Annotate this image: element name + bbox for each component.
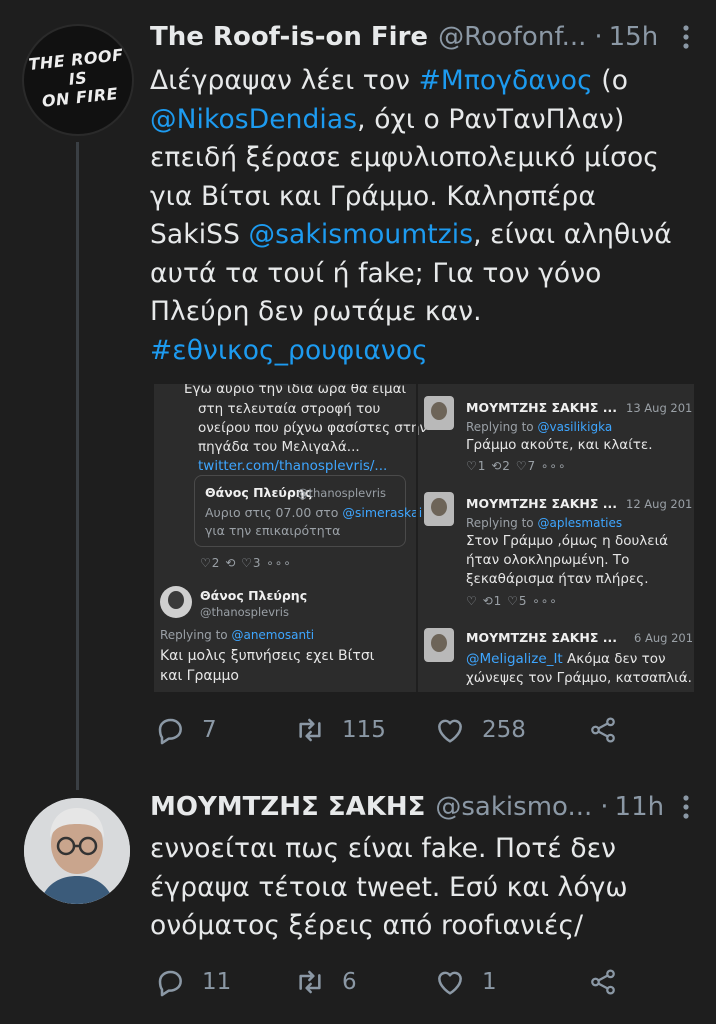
- timestamp[interactable]: 11h: [615, 792, 665, 822]
- tweet-actions: 11 6 1: [154, 966, 624, 998]
- user-handle[interactable]: @Roofonf...: [438, 22, 586, 52]
- share-button[interactable]: [588, 967, 618, 997]
- avatar-logo-text: THE ROOF IS ON FIRE: [27, 45, 125, 111]
- retweet-icon: [299, 970, 321, 994]
- like-button[interactable]: 258: [434, 714, 588, 746]
- like-count: 258: [482, 717, 526, 743]
- share-icon: [591, 717, 615, 743]
- heart-icon: [438, 971, 462, 995]
- reply-button[interactable]: 7: [154, 714, 294, 746]
- reply-count: 11: [202, 969, 232, 995]
- reply-button[interactable]: 11: [154, 966, 294, 998]
- avatar[interactable]: [24, 798, 130, 904]
- retweet-icon: [299, 718, 321, 742]
- tweet-header: ΜΟΥΜΤΖΗΣ ΣΑΚΗΣ @sakismo... · 11h: [150, 792, 690, 822]
- like-button[interactable]: 1: [434, 966, 588, 998]
- more-vertical-icon[interactable]: [682, 794, 690, 820]
- retweet-count: 6: [342, 969, 357, 995]
- display-name[interactable]: The Roof-is-on Fire: [150, 22, 428, 52]
- reply-count: 7: [202, 717, 217, 743]
- more-vertical-icon[interactable]: [682, 24, 690, 50]
- heart-icon: [438, 719, 462, 743]
- separator-dot: ·: [594, 22, 603, 52]
- reply-icon: [158, 718, 182, 745]
- share-button[interactable]: [588, 715, 618, 745]
- retweet-button[interactable]: 6: [294, 966, 434, 998]
- mention-link[interactable]: @sakismoumtzis: [249, 219, 474, 250]
- attached-screenshot-image[interactable]: Εγω αυριο την ιδια ωρα θα ειμαι στη τελε…: [154, 384, 694, 692]
- tweet-actions: 7 115 258: [154, 714, 624, 746]
- mention-link[interactable]: @NikosDendias: [150, 104, 357, 135]
- like-count: 1: [482, 969, 497, 995]
- hashtag-link[interactable]: #εθνικος_ρουφιανος: [150, 335, 428, 366]
- tweet-text: Διέγραψαν λέει τον #Μπογδανος (ο @NikosD…: [150, 65, 672, 366]
- timestamp[interactable]: 15h: [609, 22, 659, 52]
- user-handle[interactable]: @sakismo...: [435, 792, 592, 822]
- avatar: [424, 492, 454, 526]
- hashtag-link[interactable]: #Μπογδανος: [419, 65, 593, 96]
- column-divider: [416, 384, 418, 692]
- display-name[interactable]: ΜΟΥΜΤΖΗΣ ΣΑΚΗΣ: [150, 792, 425, 822]
- retweet-count: 115: [342, 717, 386, 743]
- separator-dot: ·: [600, 792, 609, 822]
- reply-icon: [158, 970, 182, 997]
- avatar: [160, 586, 192, 618]
- tweet-header: The Roof-is-on Fire @Roofonf... · 15h: [150, 22, 690, 52]
- share-icon: [591, 969, 615, 995]
- avatar[interactable]: THE ROOF IS ON FIRE: [22, 24, 134, 136]
- avatar: [424, 628, 454, 662]
- thread-connector-line: [76, 142, 79, 790]
- retweet-button[interactable]: 115: [294, 714, 434, 746]
- avatar: [424, 396, 454, 430]
- tweet-text: εννοείται πως είναι fake. Ποτέ δεν έγραψ…: [150, 833, 628, 941]
- quoted-tweet-box: Θάνος Πλεύρης @thanosplevris Αυριο στις …: [194, 475, 422, 547]
